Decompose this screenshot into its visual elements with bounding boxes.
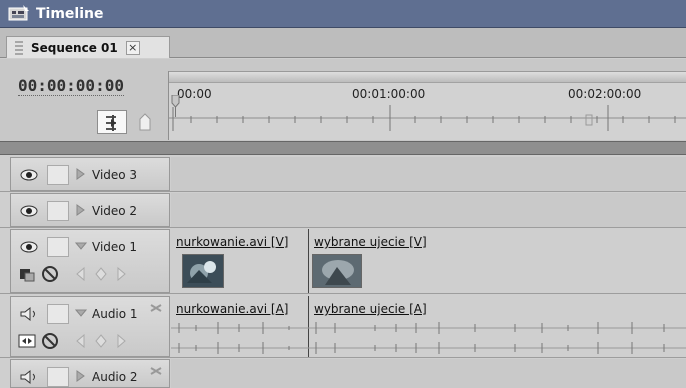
drag-grip-icon[interactable]: [15, 40, 23, 55]
track-name: Audio 1: [92, 307, 138, 321]
track-video-3: Video 3: [0, 157, 686, 192]
track-name: Audio 2: [92, 370, 138, 384]
ruler-ticks: [169, 105, 686, 131]
next-keyframe-icon[interactable]: [112, 332, 130, 350]
sync-lock-box[interactable]: [47, 237, 69, 257]
next-keyframe-icon[interactable]: [112, 265, 130, 283]
track-name: Video 2: [92, 204, 138, 218]
timecode-display[interactable]: 00:00:00:00: [18, 76, 124, 96]
title-bar: Timeline: [0, 0, 686, 28]
track-video-1: Video 1 nurkowanie.avi [V] wybrane ujeci…: [0, 229, 686, 294]
no-entry-icon[interactable]: [41, 332, 59, 350]
track-area-audio-1[interactable]: nurkowanie.avi [A] wybrane ujecie [A]: [171, 296, 686, 357]
add-keyframe-icon[interactable]: [92, 332, 110, 350]
snap-button[interactable]: [97, 110, 127, 134]
clip-label[interactable]: nurkowanie.avi [V]: [176, 235, 289, 249]
audio-waveform: [171, 322, 686, 354]
tab-row: Sequence 01 ×: [0, 28, 686, 58]
track-audio-2: Audio 2: [0, 359, 686, 388]
collapse-triangle-icon[interactable]: [75, 239, 87, 253]
ruler-label-0: 00:00: [177, 87, 212, 101]
snap-icon: [106, 115, 116, 131]
ruler-label-2: 00:02:00:00: [568, 87, 642, 101]
display-style-icon[interactable]: [18, 332, 36, 350]
previous-keyframe-icon[interactable]: [72, 265, 90, 283]
clip-boundary[interactable]: [308, 229, 309, 293]
no-entry-icon[interactable]: [41, 265, 59, 283]
audio-waveform-icon[interactable]: [149, 364, 163, 378]
marker-icon: [139, 113, 151, 131]
eye-icon[interactable]: [18, 166, 40, 184]
sync-lock-box[interactable]: [47, 201, 69, 221]
timeline-window-icon: [8, 4, 30, 23]
track-header-video-1[interactable]: Video 1: [10, 229, 170, 293]
sync-lock-box[interactable]: [47, 304, 69, 324]
track-controls: [18, 332, 168, 352]
clip-label[interactable]: nurkowanie.avi [A]: [176, 302, 289, 316]
time-ruler[interactable]: 00:00 00:01:00:00 00:02:00:00: [168, 71, 686, 140]
eye-icon[interactable]: [18, 202, 40, 220]
track-area-video-3[interactable]: [171, 157, 686, 191]
timeline-header: 00:00:00:00 00:00 00:01:00:00 00:02:00:0…: [0, 59, 686, 141]
track-name: Video 3: [92, 168, 138, 182]
clip-thumbnail[interactable]: [312, 254, 362, 288]
tab-sequence-01[interactable]: Sequence 01 ×: [6, 36, 170, 58]
audio-waveform-icon[interactable]: [149, 301, 163, 315]
track-area-audio-2[interactable]: [171, 359, 686, 388]
display-style-icon[interactable]: [18, 265, 36, 283]
track-separator: [0, 227, 686, 228]
track-separator: [0, 293, 686, 294]
track-separator: [0, 357, 686, 358]
track-area-video-2[interactable]: [171, 193, 686, 227]
expand-triangle-icon[interactable]: [75, 203, 87, 217]
track-header-audio-1[interactable]: Audio 1 L R: [10, 296, 178, 357]
eye-icon[interactable]: [18, 238, 40, 256]
expand-triangle-icon[interactable]: [75, 369, 87, 383]
clip-label[interactable]: wybrane ujecie [A]: [314, 302, 427, 316]
track-header-video-3[interactable]: Video 3: [10, 157, 170, 191]
expand-triangle-icon[interactable]: [75, 167, 87, 181]
collapse-triangle-icon[interactable]: [75, 306, 87, 320]
track-video-2: Video 2: [0, 193, 686, 228]
sync-lock-box[interactable]: [47, 165, 69, 185]
set-marker-button[interactable]: [136, 112, 154, 132]
timeline-window: Timeline Sequence 01 × 00:00:00:00 00:00…: [0, 0, 686, 388]
track-audio-1: Audio 1 L R: [0, 296, 686, 358]
track-name: Video 1: [92, 240, 138, 254]
track-header-audio-2[interactable]: Audio 2: [10, 359, 170, 388]
speaker-icon[interactable]: [18, 368, 40, 386]
track-area-video-1[interactable]: nurkowanie.avi [V] wybrane ujecie [V]: [171, 229, 686, 293]
track-separator: [0, 191, 686, 192]
ruler-top-bar[interactable]: [169, 71, 686, 83]
tab-label: Sequence 01: [31, 40, 118, 55]
track-header-video-2[interactable]: Video 2: [10, 193, 170, 227]
clip-label[interactable]: wybrane ujecie [V]: [314, 235, 427, 249]
sync-lock-box[interactable]: [47, 367, 69, 387]
window-title: Timeline: [36, 5, 104, 22]
track-divider-bar: [0, 141, 686, 155]
close-icon[interactable]: ×: [125, 40, 140, 55]
ruler-label-1: 00:01:00:00: [352, 87, 426, 101]
add-keyframe-icon[interactable]: [92, 265, 110, 283]
clip-thumbnail[interactable]: [182, 254, 224, 288]
track-controls: [18, 265, 168, 285]
speaker-icon[interactable]: [18, 305, 40, 323]
previous-keyframe-icon[interactable]: [72, 332, 90, 350]
